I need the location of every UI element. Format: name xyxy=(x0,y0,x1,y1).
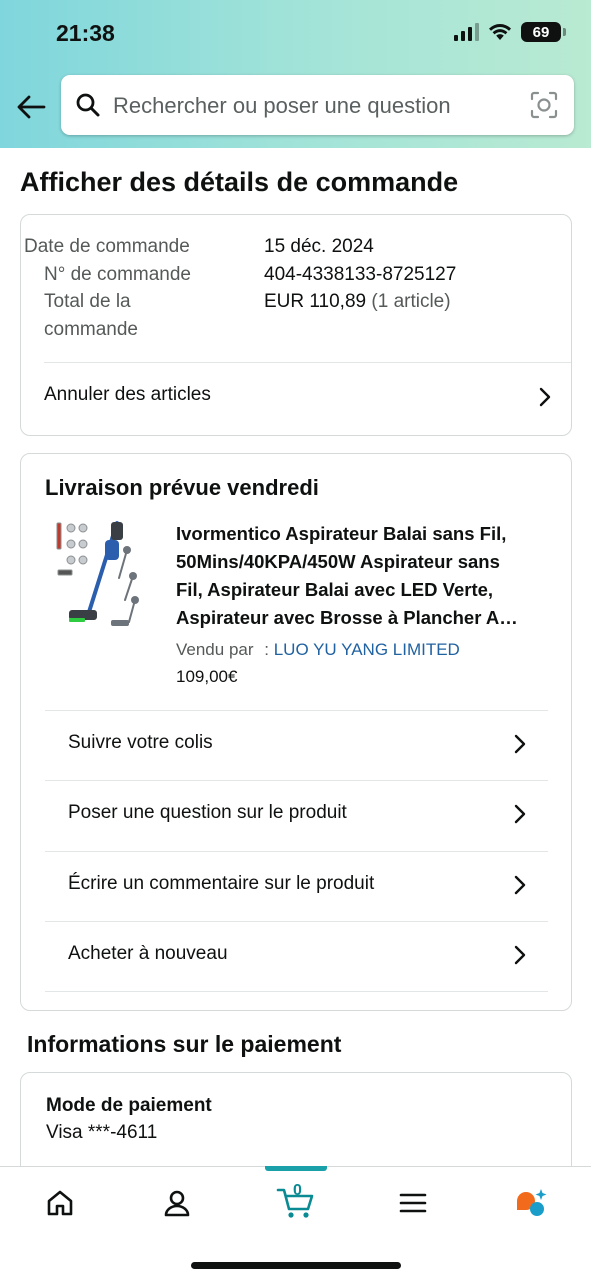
product-title-line: Fil, Aspirateur Balai avec LED Verte, xyxy=(176,579,494,600)
home-indicator xyxy=(191,1262,401,1269)
product-title[interactable]: Ivormentico Aspirateur Balai sans Fil, 5… xyxy=(176,520,556,632)
product-image[interactable] xyxy=(55,520,141,632)
payment-method-label: Mode de paiement xyxy=(46,1095,212,1116)
tab-account[interactable] xyxy=(157,1183,197,1223)
order-number-value: 404-4338133-8725127 xyxy=(264,264,457,285)
write-review-row[interactable]: Écrire un commentaire sur le produit xyxy=(44,851,547,921)
back-arrow-icon xyxy=(17,95,46,119)
chevron-right-icon xyxy=(514,734,526,754)
status-icons: 69 xyxy=(454,22,566,42)
search-input[interactable]: Rechercher ou poser une question xyxy=(113,93,451,119)
signal-icon xyxy=(454,23,479,41)
delivery-title: Livraison prévue vendredi xyxy=(45,475,319,500)
ask-question-label: Poser une question sur le produit xyxy=(68,802,347,823)
tab-home[interactable] xyxy=(40,1183,80,1223)
order-total-label-line1: Total de la xyxy=(44,291,131,312)
cart-count-badge: 0 xyxy=(293,1182,302,1199)
chevron-right-icon xyxy=(514,804,526,824)
product-price: 109,00€ xyxy=(176,667,238,686)
seller-line: Vendu par : LUO YU YANG LIMITED xyxy=(176,640,460,660)
order-total-value: EUR 110,89 (1 article) xyxy=(264,288,451,316)
track-package-label: Suivre votre colis xyxy=(68,732,213,753)
menu-icon xyxy=(399,1193,427,1213)
chevron-right-icon xyxy=(539,387,551,407)
track-package-row[interactable]: Suivre votre colis xyxy=(44,710,547,780)
back-button[interactable] xyxy=(14,90,48,124)
search-icon xyxy=(76,93,100,117)
cancel-items-row[interactable]: Annuler des articles xyxy=(20,363,572,435)
sold-by-separator: : xyxy=(264,640,269,659)
status-time: 21:38 xyxy=(56,20,115,46)
tab-menu[interactable] xyxy=(393,1183,433,1223)
order-total-label-line2: commande xyxy=(44,319,138,340)
order-date-label: Date de commande xyxy=(24,236,190,257)
buy-again-label: Acheter à nouveau xyxy=(68,943,228,964)
seller-link[interactable]: LUO YU YANG LIMITED xyxy=(274,640,460,659)
chevron-right-icon xyxy=(514,875,526,895)
account-icon xyxy=(164,1190,190,1217)
battery-icon: 69 xyxy=(521,22,566,42)
chevron-right-icon xyxy=(514,945,526,965)
write-review-label: Écrire un commentaire sur le produit xyxy=(68,873,375,894)
sold-by-label: Vendu par xyxy=(176,640,254,659)
page-title: Afficher des détails de commande xyxy=(20,167,459,197)
home-icon xyxy=(47,1190,73,1216)
camera-lens-icon[interactable] xyxy=(530,91,558,119)
order-date-value: 15 déc. 2024 xyxy=(264,236,374,257)
buy-again-row[interactable]: Acheter à nouveau xyxy=(44,921,547,991)
cancel-items-label: Annuler des articles xyxy=(44,384,211,405)
product-title-line: 50Mins/40KPA/450W Aspirateur sans xyxy=(176,551,500,572)
payment-section-title: Informations sur le paiement xyxy=(27,1031,342,1057)
order-total-amount: EUR 110,89 xyxy=(264,291,367,312)
active-tab-indicator xyxy=(265,1166,327,1171)
product-title-line: Ivormentico Aspirateur Balai sans Fil, xyxy=(176,523,507,544)
search-bar[interactable]: Rechercher ou poser une question xyxy=(61,75,574,135)
order-number-label: N° de commande xyxy=(44,264,191,285)
wifi-icon xyxy=(489,24,511,40)
order-total-note: (1 article) xyxy=(371,291,451,312)
rufus-icon xyxy=(517,1189,547,1216)
tab-rufus[interactable] xyxy=(511,1183,551,1223)
divider xyxy=(45,991,548,992)
header-area: 21:38 69 Rechercher ou poser une questio… xyxy=(0,0,591,148)
ask-question-row[interactable]: Poser une question sur le produit xyxy=(44,780,547,851)
product-title-line: Aspirateur avec Brosse à Plancher A… xyxy=(176,607,518,628)
payment-method-value: Visa ***-4611 xyxy=(46,1122,158,1143)
